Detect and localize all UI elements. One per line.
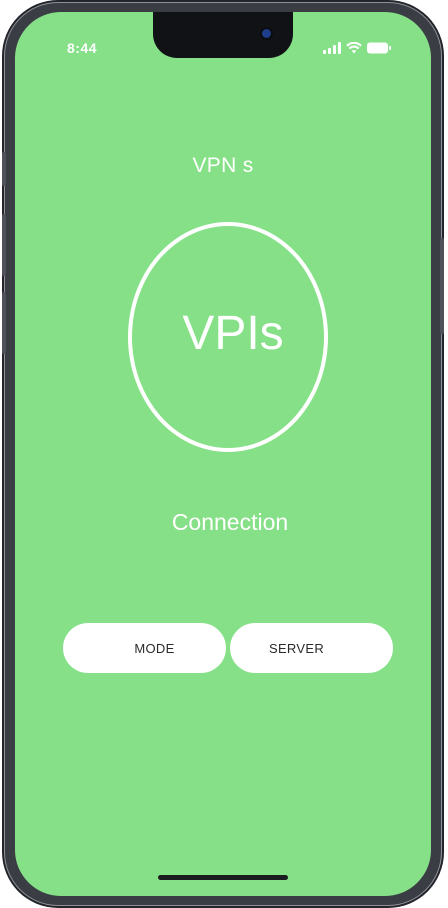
camera-icon <box>262 29 271 38</box>
signal-icon <box>323 42 341 54</box>
volume-up-button <box>2 214 6 276</box>
volume-down-button <box>2 292 6 354</box>
wifi-icon <box>346 42 362 54</box>
mode-button-label: MODE <box>134 640 175 656</box>
mode-button[interactable]: MODE <box>63 623 226 673</box>
server-button[interactable]: SERVER <box>230 623 393 673</box>
home-indicator[interactable] <box>158 875 288 880</box>
connection-status: Connection <box>171 509 289 535</box>
battery-icon <box>367 42 391 54</box>
button-row: MODE SERVER <box>63 623 393 673</box>
app-screen: 8:44 VPN s VPIs Connection MODE SERVER <box>15 12 431 896</box>
status-icons <box>323 42 391 54</box>
connect-circle-button[interactable]: VPIs <box>128 222 328 452</box>
circle-label: VPIs <box>182 306 284 360</box>
notch <box>153 12 293 58</box>
phone-frame: 8:44 VPN s VPIs Connection MODE SERVER <box>2 2 444 906</box>
status-time: 8:44 <box>67 40 98 56</box>
silent-switch <box>2 152 6 186</box>
server-button-label: SERVER <box>268 640 325 656</box>
power-button <box>440 238 444 334</box>
page-title: VPN s <box>192 154 254 177</box>
